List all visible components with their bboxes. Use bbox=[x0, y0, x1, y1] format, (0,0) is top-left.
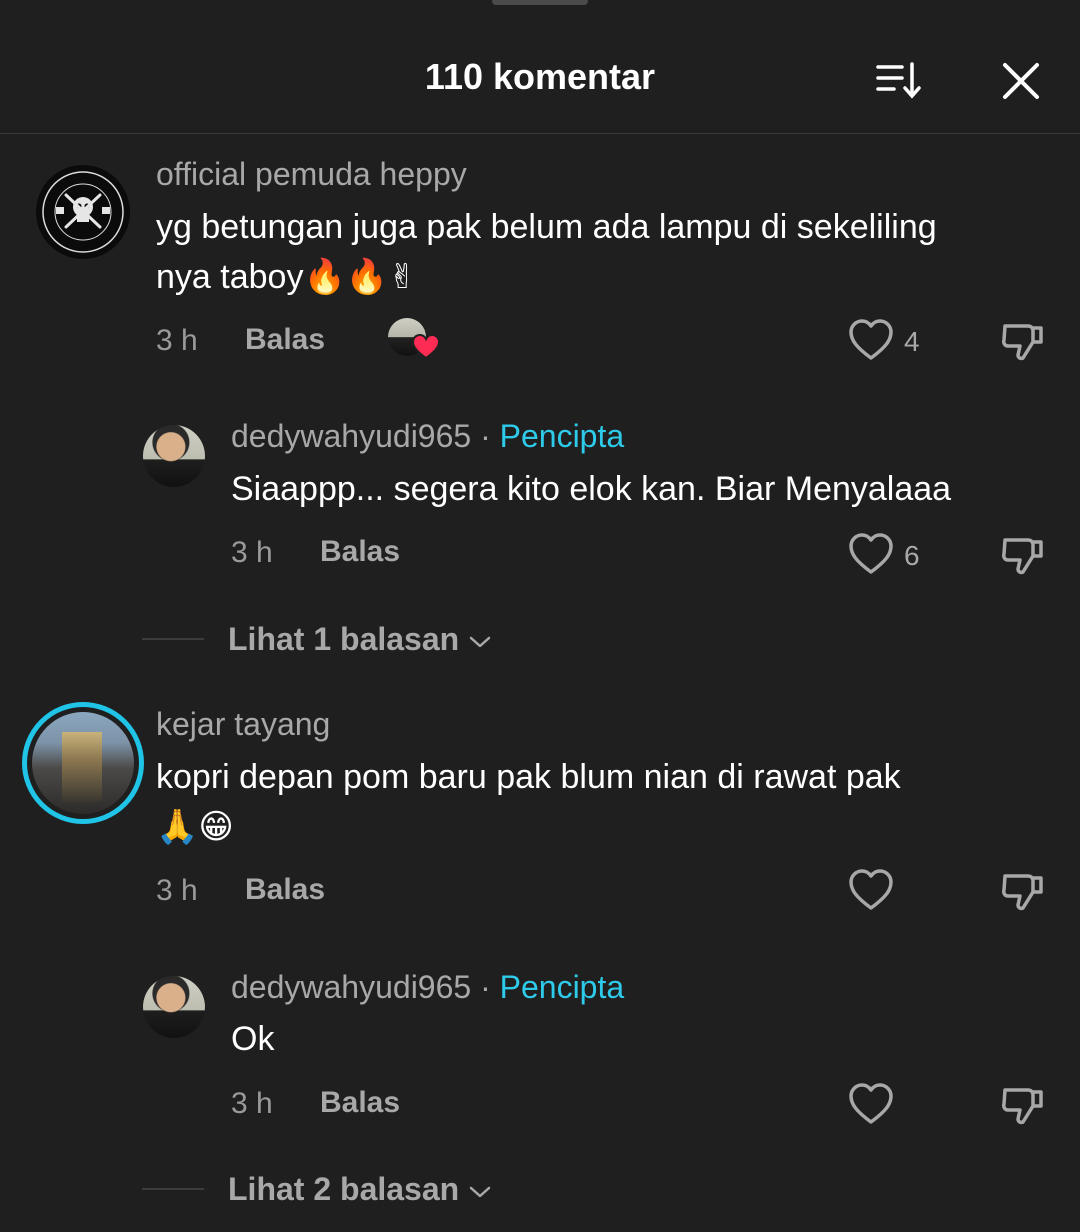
heart-icon[interactable] bbox=[848, 1082, 894, 1131]
like-count: 6 bbox=[904, 540, 920, 571]
heart-icon[interactable] bbox=[848, 868, 894, 917]
avatar-story-ring[interactable] bbox=[22, 702, 144, 824]
comment-username[interactable]: official pemuda heppy bbox=[156, 156, 467, 193]
comment-text-line: nya taboy🔥🔥✌ bbox=[156, 252, 1056, 302]
view-replies-button[interactable]: Lihat 1 balasan bbox=[228, 621, 492, 658]
comment-time: 3 h bbox=[231, 536, 273, 569]
like-count: 4 bbox=[904, 326, 920, 357]
comment-emojis: 🔥🔥✌ bbox=[303, 257, 417, 297]
creator-liked-heart-icon bbox=[412, 334, 440, 360]
creator-badge: Pencipta bbox=[499, 418, 625, 454]
sort-icon[interactable] bbox=[874, 58, 928, 102]
comment-text-line: kopri depan pom baru pak blum nian di ra… bbox=[156, 758, 901, 796]
separator-dot: · bbox=[480, 418, 491, 454]
creator-badge: Pencipta bbox=[499, 969, 625, 1005]
heart-icon[interactable] bbox=[848, 532, 894, 581]
comment-time: 3 h bbox=[156, 874, 198, 907]
avatar bbox=[32, 712, 134, 814]
view-replies-label: Lihat 1 balasan bbox=[228, 621, 460, 657]
reply-button[interactable]: Balas bbox=[245, 323, 325, 357]
divider-line bbox=[142, 638, 204, 640]
comment-text-part: nya taboy bbox=[156, 258, 304, 296]
comment-time: 3 h bbox=[156, 324, 198, 357]
comment-text-line: yg betungan juga pak belum ada lampu di … bbox=[156, 208, 937, 246]
dislike-icon[interactable] bbox=[1000, 868, 1046, 919]
separator-dot: · bbox=[480, 969, 491, 1005]
chevron-down-icon bbox=[469, 1186, 491, 1197]
reply-username[interactable]: dedywahyudi965 bbox=[231, 969, 471, 1005]
avatar[interactable] bbox=[143, 425, 205, 487]
dislike-icon[interactable] bbox=[1000, 318, 1046, 369]
close-icon[interactable] bbox=[998, 58, 1044, 104]
view-replies-label: Lihat 2 balasan bbox=[228, 1171, 460, 1207]
comment-emojis: 🙏😁 bbox=[156, 807, 234, 847]
dislike-icon[interactable] bbox=[1000, 532, 1046, 583]
comment-username[interactable]: kejar tayang bbox=[156, 706, 330, 743]
heart-icon[interactable] bbox=[848, 318, 894, 367]
comment-text: kopri depan pom baru pak blum nian di ra… bbox=[156, 752, 1056, 852]
chevron-down-icon bbox=[469, 636, 491, 647]
reply-username[interactable]: dedywahyudi965 bbox=[231, 418, 471, 454]
reply-username-row: dedywahyudi965 · Pencipta bbox=[231, 418, 624, 455]
reply-button[interactable]: Balas bbox=[245, 873, 325, 907]
comment-text: yg betungan juga pak belum ada lampu di … bbox=[156, 202, 1056, 302]
reply-button[interactable]: Balas bbox=[320, 1086, 400, 1120]
avatar[interactable] bbox=[36, 165, 130, 259]
reply-username-row: dedywahyudi965 · Pencipta bbox=[231, 969, 624, 1006]
view-replies-button[interactable]: Lihat 2 balasan bbox=[228, 1171, 492, 1208]
comments-header: 110 komentar bbox=[0, 0, 1080, 134]
reply-text: Ok bbox=[231, 1020, 275, 1058]
comment-time: 3 h bbox=[231, 1087, 273, 1120]
divider-line bbox=[142, 1188, 204, 1190]
reply-text: Siaappp... segera kito elok kan. Biar Me… bbox=[231, 470, 952, 508]
reply-button[interactable]: Balas bbox=[320, 535, 400, 569]
dislike-icon[interactable] bbox=[1000, 1082, 1046, 1133]
avatar[interactable] bbox=[143, 976, 205, 1038]
